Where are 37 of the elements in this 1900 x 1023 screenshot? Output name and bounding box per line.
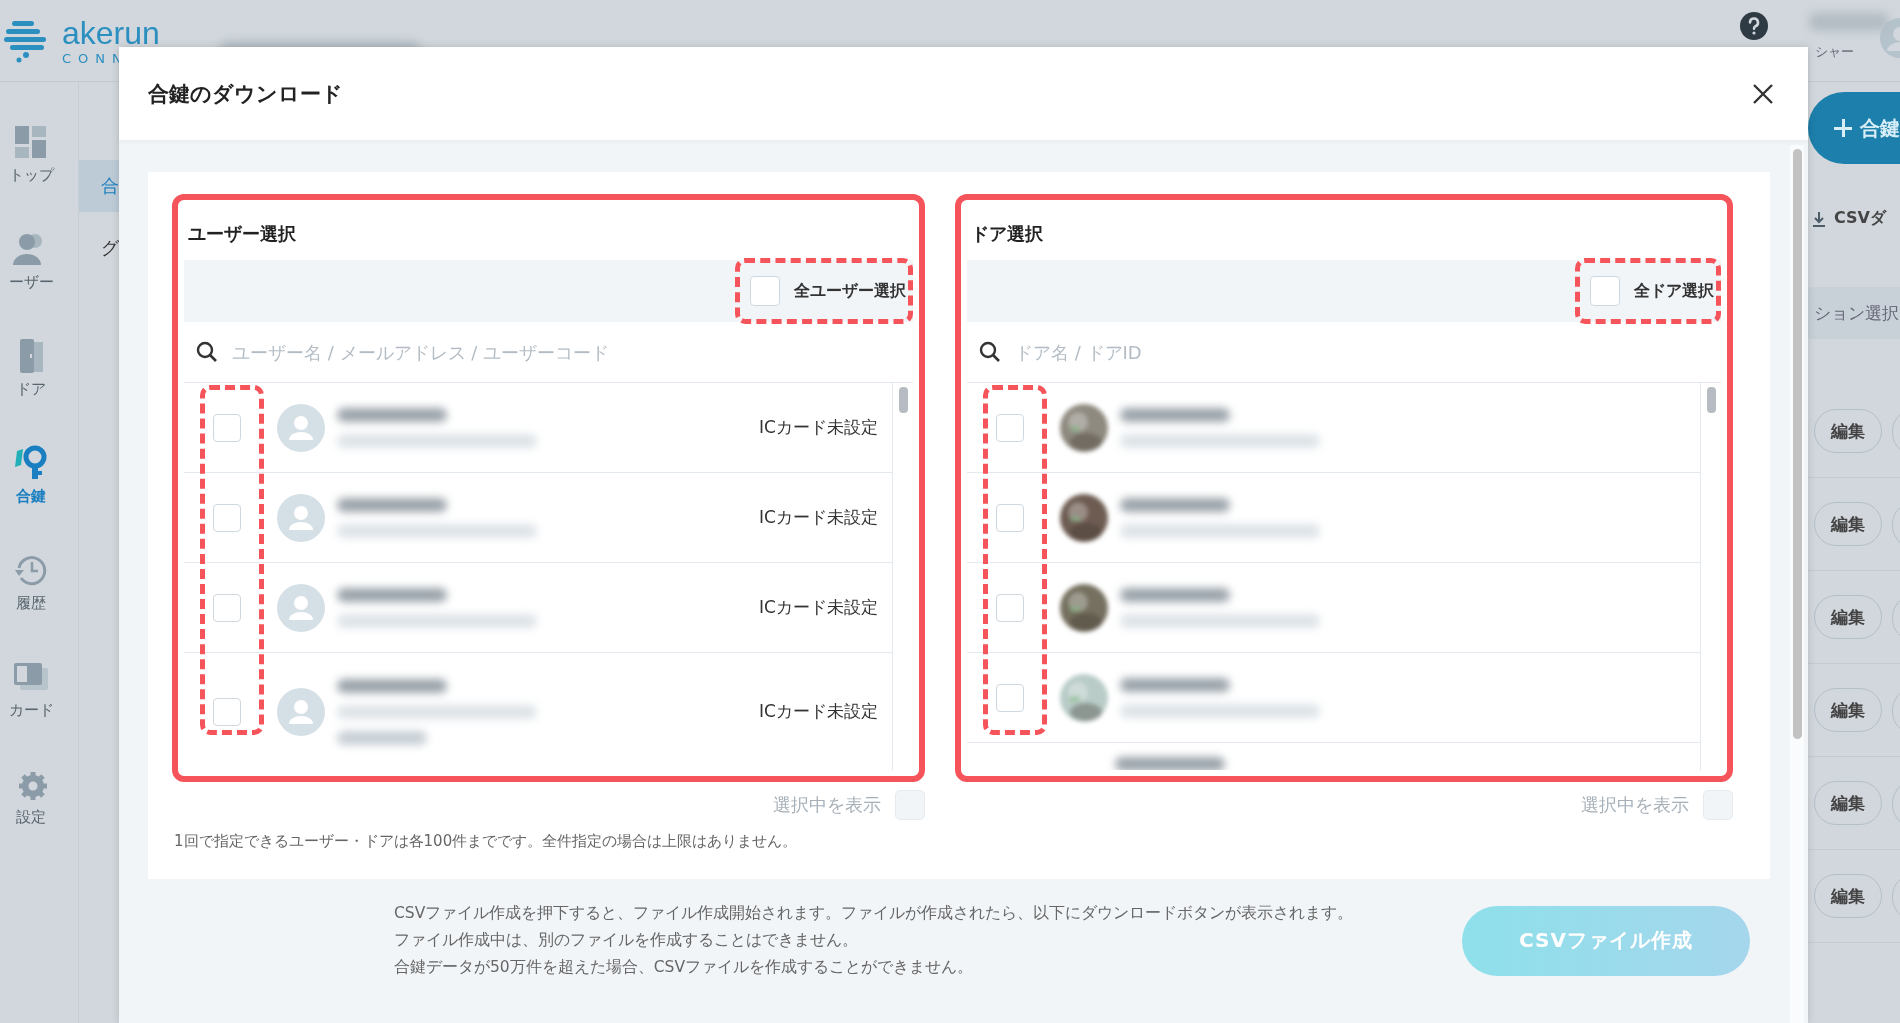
edit-button[interactable]: 編集 — [1814, 409, 1882, 453]
edit-button[interactable]: 編集 — [1814, 502, 1882, 546]
ic-card-status: ICカード未設定 — [759, 506, 878, 529]
add-button[interactable]: 合鍵 — [1808, 92, 1900, 164]
show-selected-label: 選択中を表示 — [1581, 793, 1689, 817]
edit-button[interactable]: 編集 — [1814, 595, 1882, 639]
sidebar-item[interactable]: 履歴 — [0, 550, 78, 613]
user-role: シャー — [1815, 42, 1854, 61]
search-field[interactable]: ユーザー名 / メールアドレス / ユーザーコード — [230, 340, 913, 364]
sidebar-item[interactable]: トップ — [0, 122, 78, 185]
panel-title: ドア選択 — [970, 222, 1044, 246]
sub-nav-item[interactable]: 合 — [79, 160, 121, 212]
footer-note: ファイル作成中は、別のファイルを作成することはできません。 — [394, 930, 859, 951]
footer-note: CSVファイル作成を押下すると、ファイル作成開始されます。ファイルが作成されたら、以下にダウンロードボタンが表示されます。 — [394, 903, 1354, 924]
csv-download-link[interactable]: CSVダ — [1808, 208, 1900, 229]
ic-card-status: ICカード未設定 — [759, 700, 878, 723]
show-selected-label: 選択中を表示 — [773, 793, 881, 817]
sidebar-item[interactable]: ドア — [0, 336, 78, 399]
sidebar-item[interactable]: 設定 — [0, 764, 78, 827]
limit-note: 1回で指定できるユーザー・ドアは各100件までです。全件指定の場合は上限はありません。 — [173, 832, 799, 851]
sub-nav-item[interactable]: グ — [79, 222, 121, 274]
footer-note: 合鍵データが50万件を超えた場合、CSVファイルを作成することができません。 — [394, 957, 974, 978]
ic-card-status: ICカード未設定 — [759, 596, 878, 619]
edit-button[interactable]: 編集 — [1814, 874, 1882, 918]
panel-title: ユーザー選択 — [187, 222, 297, 246]
search-field[interactable]: ドア名 / ドアID — [1013, 340, 1721, 364]
select-all-label: 全ドア選択 — [1634, 280, 1714, 302]
logo-name: akerun — [62, 16, 160, 49]
action-select[interactable]: ション選択 — [1808, 287, 1900, 339]
sidebar-item[interactable]: カード — [0, 657, 78, 720]
sidebar-item[interactable]: ーザー — [0, 229, 78, 292]
edit-button[interactable]: 編集 — [1814, 781, 1882, 825]
select-all-label: 全ユーザー選択 — [794, 280, 906, 302]
dialog-title: 合鍵のダウンロード — [148, 80, 343, 108]
sidebar-item[interactable]: 合鍵 — [0, 443, 78, 506]
ic-card-status: ICカード未設定 — [759, 416, 878, 439]
edit-button[interactable]: 編集 — [1814, 688, 1882, 732]
